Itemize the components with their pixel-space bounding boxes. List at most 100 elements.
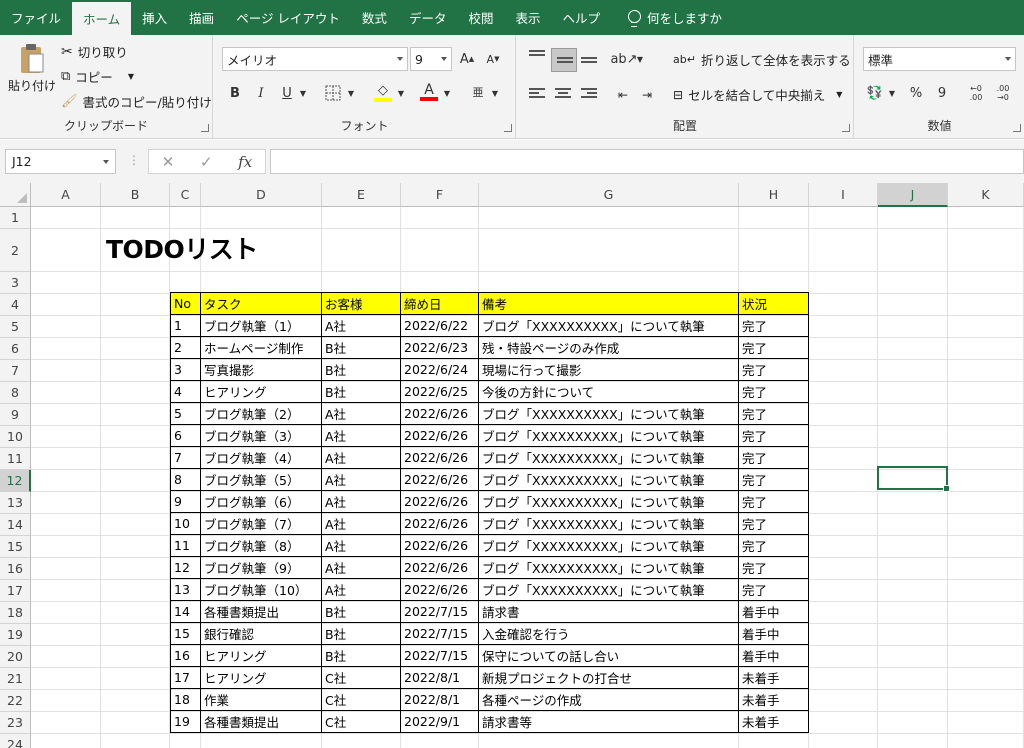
enter-icon[interactable]: ✓ [200, 153, 213, 171]
table-cell[interactable]: 完了 [738, 490, 809, 513]
table-cell[interactable]: 請求書 [478, 600, 739, 623]
chevron-down-icon[interactable]: ▼ [396, 83, 406, 103]
align-bottom-icon[interactable] [581, 50, 597, 63]
phonetic-button[interactable]: 亜 [469, 81, 487, 103]
table-cell[interactable]: ブログ「XXXXXXXXXX」について執筆 [478, 578, 739, 601]
table-cell[interactable]: ブログ執筆（1） [200, 314, 322, 337]
column-header-c[interactable]: C [170, 183, 201, 207]
chevron-down-icon[interactable]: ▼ [298, 83, 308, 103]
table-cell[interactable]: 入金確認を行う [478, 622, 739, 645]
table-cell[interactable]: 15 [170, 622, 201, 645]
table-cell[interactable]: ブログ執筆（3） [200, 424, 322, 447]
row-header-17[interactable]: 17 [0, 580, 31, 602]
table-cell[interactable]: ブログ「XXXXXXXXXX」について執筆 [478, 314, 739, 337]
column-header-k[interactable]: K [948, 183, 1024, 207]
increase-indent-icon[interactable]: ⇥ [637, 85, 657, 105]
table-cell[interactable]: ヒアリング [200, 380, 322, 403]
tab-3[interactable]: 描画 [178, 0, 225, 35]
shrink-font-button[interactable]: A ▼ [484, 50, 502, 68]
column-header-cell[interactable]: お客様 [321, 292, 401, 315]
dialog-launcher-icon[interactable] [201, 124, 209, 132]
table-cell[interactable]: ヒアリング [200, 666, 322, 689]
table-cell[interactable]: ブログ執筆（7） [200, 512, 322, 535]
copy-button[interactable]: ⧉ コピー ▼ [61, 67, 134, 86]
row-header-24[interactable]: 24 [0, 734, 31, 748]
table-cell[interactable]: ブログ「XXXXXXXXXX」について執筆 [478, 468, 739, 491]
table-cell[interactable]: 着手中 [738, 622, 809, 645]
table-cell[interactable]: 各種書類提出 [200, 710, 322, 733]
table-cell[interactable]: 13 [170, 578, 201, 601]
row-header-18[interactable]: 18 [0, 602, 31, 624]
currency-icon[interactable]: 💱 [865, 83, 885, 103]
tell-me-search[interactable]: 何をしますか [611, 0, 722, 35]
table-cell[interactable]: 今後の方針について [478, 380, 739, 403]
percent-button[interactable]: % [907, 83, 925, 103]
table-cell[interactable]: ブログ「XXXXXXXXXX」について執筆 [478, 556, 739, 579]
row-header-2[interactable]: 2 [0, 229, 31, 272]
align-left-icon[interactable] [529, 88, 545, 100]
table-cell[interactable]: ブログ執筆（5） [200, 468, 322, 491]
row-header-20[interactable]: 20 [0, 646, 31, 668]
column-header-i[interactable]: I [809, 183, 878, 207]
column-header-cell[interactable]: 備考 [478, 292, 739, 315]
table-cell[interactable]: 18 [170, 688, 201, 711]
format-painter-button[interactable]: 🖌 書式のコピー/貼り付け [61, 92, 212, 111]
row-header-16[interactable]: 16 [0, 558, 31, 580]
tab-2[interactable]: 挿入 [131, 0, 178, 35]
table-cell[interactable]: 2022/8/1 [400, 666, 479, 689]
table-cell[interactable]: A社 [321, 578, 401, 601]
row-header-8[interactable]: 8 [0, 382, 31, 404]
table-cell[interactable]: A社 [321, 424, 401, 447]
table-cell[interactable]: ブログ「XXXXXXXXXX」について執筆 [478, 490, 739, 513]
table-cell[interactable]: 完了 [738, 358, 809, 381]
paste-button[interactable]: 貼り付け [8, 43, 56, 94]
align-top-icon[interactable] [529, 50, 545, 62]
tab-0[interactable]: ファイル [0, 0, 72, 35]
table-cell[interactable]: 2022/9/1 [400, 710, 479, 733]
table-cell[interactable]: 完了 [738, 402, 809, 425]
row-header-22[interactable]: 22 [0, 690, 31, 712]
drag-handle-icon[interactable]: ⋮ [128, 153, 140, 167]
bold-button[interactable]: B [226, 83, 244, 103]
dialog-launcher-icon[interactable] [504, 124, 512, 132]
table-cell[interactable]: 保守についての話し合い [478, 644, 739, 667]
table-cell[interactable]: A社 [321, 468, 401, 491]
decrease-decimal-button[interactable]: .00 →0 [992, 82, 1014, 104]
table-cell[interactable]: 7 [170, 446, 201, 469]
font-size-select[interactable]: 9 [410, 47, 452, 71]
table-cell[interactable]: ホームページ制作 [200, 336, 322, 359]
grow-font-button[interactable]: A ▲ [458, 50, 476, 68]
table-cell[interactable]: 2022/6/26 [400, 402, 479, 425]
cut-button[interactable]: ✂ 切り取り [61, 42, 128, 61]
column-header-j[interactable]: J [878, 183, 948, 207]
underline-button[interactable]: U [278, 83, 296, 103]
table-cell[interactable]: 完了 [738, 380, 809, 403]
row-header-10[interactable]: 10 [0, 426, 31, 448]
table-cell[interactable]: 作業 [200, 688, 322, 711]
table-cell[interactable]: C社 [321, 710, 401, 733]
number-format-select[interactable]: 標準 [863, 47, 1016, 71]
table-cell[interactable]: 14 [170, 600, 201, 623]
row-header-19[interactable]: 19 [0, 624, 31, 646]
table-cell[interactable]: 完了 [738, 336, 809, 359]
formula-input[interactable] [270, 149, 1024, 174]
fill-color-button[interactable]: ◇ [372, 81, 394, 103]
table-cell[interactable]: 写真撮影 [200, 358, 322, 381]
table-cell[interactable]: 2022/7/15 [400, 600, 479, 623]
table-cell[interactable]: 完了 [738, 534, 809, 557]
tab-1[interactable]: ホーム [72, 2, 132, 35]
row-header-11[interactable]: 11 [0, 448, 31, 470]
table-cell[interactable]: 完了 [738, 468, 809, 491]
table-cell[interactable]: 2022/6/26 [400, 468, 479, 491]
italic-button[interactable]: I [252, 83, 270, 103]
column-header-cell[interactable]: No [170, 292, 201, 315]
table-cell[interactable]: 完了 [738, 446, 809, 469]
table-cell[interactable]: 2022/6/26 [400, 556, 479, 579]
wrap-text-button[interactable]: ab↵ 折り返して全体を表示する [673, 50, 851, 69]
table-cell[interactable]: ヒアリング [200, 644, 322, 667]
column-header-cell[interactable]: タスク [200, 292, 322, 315]
table-cell[interactable]: 請求書等 [478, 710, 739, 733]
table-cell[interactable]: A社 [321, 314, 401, 337]
dialog-launcher-icon[interactable] [1013, 124, 1021, 132]
table-cell[interactable]: B社 [321, 336, 401, 359]
